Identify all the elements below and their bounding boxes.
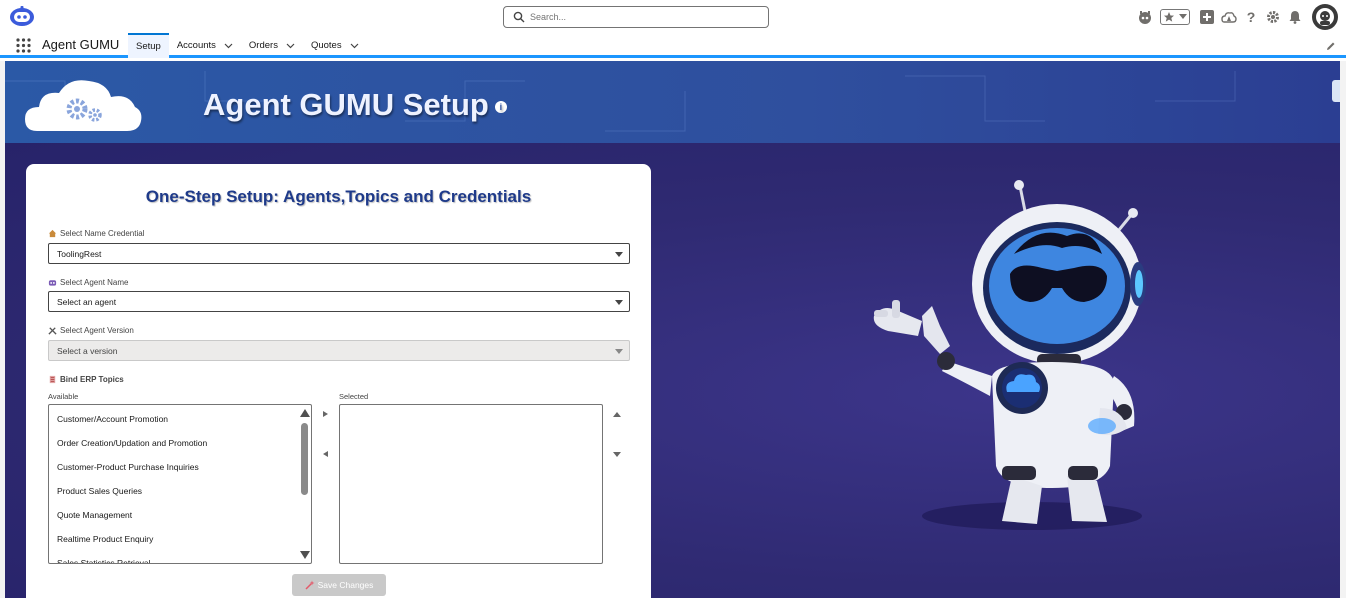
chevron-down-icon[interactable] <box>286 43 295 49</box>
agent-label-text: Select Agent Name <box>60 278 129 287</box>
card-title: One-Step Setup: Agents,Topics and Creden… <box>145 187 532 206</box>
tab-setup[interactable]: Setup <box>128 33 169 58</box>
arrow-left-icon <box>322 451 328 457</box>
version-value: Select a version <box>57 345 118 356</box>
version-label-text: Select Agent Version <box>60 326 134 335</box>
app-name: Agent GUMU <box>42 37 120 52</box>
favorites-button-group[interactable] <box>1160 9 1190 25</box>
move-up-button[interactable] <box>612 409 622 419</box>
edit-nav-pencil-icon[interactable] <box>1326 41 1336 51</box>
arrow-right-icon <box>322 411 328 417</box>
move-to-available-button[interactable] <box>320 449 330 459</box>
chevron-down-icon <box>615 252 623 257</box>
list-scrollbar[interactable] <box>300 407 310 561</box>
agent-face-icon[interactable] <box>1134 6 1156 28</box>
topics-label: Bind ERP Topics <box>48 375 124 384</box>
selected-label: Selected <box>339 392 369 401</box>
global-header: ? <box>0 0 1346 33</box>
setup-gear-icon[interactable] <box>1262 6 1284 28</box>
add-icon[interactable] <box>1196 6 1218 28</box>
list-item[interactable]: Sales Statistics Retrieval <box>49 551 311 563</box>
credential-label: Select Name Credential <box>48 229 144 238</box>
arrow-up-icon <box>613 411 621 417</box>
help-icon[interactable]: ? <box>1240 6 1262 28</box>
scrollbar-thumb[interactable] <box>301 423 308 495</box>
robot-face-icon <box>48 280 57 286</box>
info-icon[interactable]: i <box>494 100 507 113</box>
credential-label-text: Select Name Credential <box>60 229 145 238</box>
favorites-dropdown-icon[interactable] <box>1179 14 1187 20</box>
banner-title-text: Agent GUMU Setup <box>203 87 489 122</box>
selected-topics-list[interactable] <box>339 404 603 564</box>
move-to-selected-button[interactable] <box>320 409 330 419</box>
agent-logo-icon[interactable] <box>9 5 35 27</box>
robot-mascot-illustration <box>873 180 1146 530</box>
tab-label: Setup <box>136 41 161 52</box>
search-input[interactable] <box>530 12 750 22</box>
credential-select[interactable]: ToolingRest <box>48 243 630 264</box>
list-item[interactable]: Customer-Product Purchase Inquiries <box>49 455 311 479</box>
search-icon <box>513 11 525 23</box>
available-label: Available <box>48 392 79 401</box>
tab-orders[interactable]: Orders <box>241 33 303 58</box>
topics-label-text: Bind ERP Topics <box>60 375 124 384</box>
trailhead-icon[interactable] <box>1218 6 1240 28</box>
available-topics-list[interactable]: Customer/Account Promotion Order Creatio… <box>48 404 312 564</box>
favorites-star-icon[interactable] <box>1163 11 1175 23</box>
tools-icon <box>48 327 57 335</box>
list-icon <box>49 375 56 384</box>
version-label: Select Agent Version <box>48 326 134 335</box>
save-label: Save Changes <box>317 580 374 590</box>
list-item[interactable]: Realtime Product Enquiry <box>49 527 311 551</box>
house-icon <box>48 229 57 238</box>
tab-label: Quotes <box>310 40 342 51</box>
side-panel-handle[interactable] <box>1332 80 1340 102</box>
move-down-button[interactable] <box>612 449 622 459</box>
list-item[interactable]: Product Sales Queries <box>49 479 311 503</box>
app-nav-bar: Agent GUMU Setup Accounts Orders Quotes <box>0 33 1346 58</box>
scroll-up-arrow-icon[interactable] <box>300 409 310 417</box>
tab-label: Accounts <box>176 40 216 51</box>
setup-banner: Agent GUMU Setup i <box>5 61 1340 143</box>
list-item[interactable]: Customer/Account Promotion <box>49 407 311 431</box>
list-item[interactable]: Order Creation/Updation and Promotion <box>49 431 311 455</box>
chevron-down-icon <box>615 300 623 305</box>
nav-tabs: Setup Accounts Orders Quotes <box>128 33 367 58</box>
save-changes-button[interactable]: Save Changes <box>292 574 386 596</box>
credential-value: ToolingRest <box>57 248 102 259</box>
chevron-down-icon[interactable] <box>350 43 359 49</box>
sparkle-icon <box>305 580 315 590</box>
tab-label: Orders <box>248 40 278 51</box>
available-items: Customer/Account Promotion Order Creatio… <box>49 405 311 563</box>
tab-quotes[interactable]: Quotes <box>303 33 367 58</box>
scroll-down-arrow-icon[interactable] <box>300 551 310 559</box>
setup-card: One-Step Setup: Agents,Topics and Creden… <box>26 164 651 598</box>
list-item[interactable]: Quote Management <box>49 503 311 527</box>
agent-label: Select Agent Name <box>48 278 128 287</box>
version-select[interactable]: Select a version <box>48 340 630 361</box>
notifications-bell-icon[interactable] <box>1284 6 1306 28</box>
chevron-down-icon[interactable] <box>224 43 233 49</box>
agent-select[interactable]: Select an agent <box>48 291 630 312</box>
arrow-down-icon <box>613 451 621 457</box>
app-launcher-icon[interactable] <box>16 38 31 53</box>
chevron-down-icon <box>615 349 623 354</box>
setup-cloud-gears-icon <box>25 80 142 131</box>
header-utility-icons: ? <box>1134 3 1346 31</box>
user-avatar-icon[interactable] <box>1312 4 1338 30</box>
tab-accounts[interactable]: Accounts <box>169 33 241 58</box>
agent-value: Select an agent <box>57 296 117 307</box>
global-search[interactable] <box>503 6 769 28</box>
banner-title: Agent GUMU Setup i <box>203 87 507 123</box>
